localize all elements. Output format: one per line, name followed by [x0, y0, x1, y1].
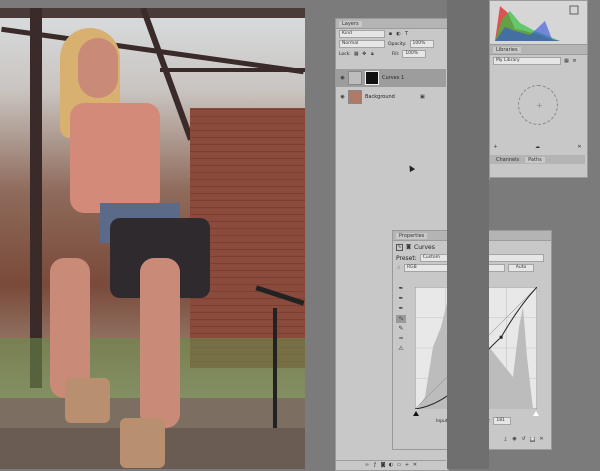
- lock-position-icon[interactable]: ✥: [362, 51, 367, 57]
- filter-image-icon[interactable]: ▪: [388, 31, 393, 37]
- curves-adjustment-thumb: [348, 71, 362, 85]
- histogram-panel: [489, 0, 588, 46]
- auto-button[interactable]: Auto: [508, 264, 534, 272]
- properties-footer: ⤓ ◉ ↺ ◉ ✕: [500, 435, 547, 443]
- visibility-icon[interactable]: ◉: [530, 436, 535, 442]
- fill-input[interactable]: 100%: [402, 50, 427, 58]
- opacity-label: Opacity:: [388, 41, 407, 47]
- trash-icon[interactable]: ✕: [577, 144, 582, 150]
- clip-to-layer-icon[interactable]: ⤓: [503, 436, 508, 442]
- curves-tools: ✒ ✒ ✒ ∿ ✎ ≈ ⚠: [396, 283, 406, 363]
- filter-adjust-icon[interactable]: ◐: [396, 31, 401, 37]
- output-value-field[interactable]: 181: [493, 417, 512, 425]
- reset-icon[interactable]: ↺: [521, 436, 526, 442]
- eye-icon[interactable]: ◉: [340, 75, 345, 81]
- tab-layers[interactable]: Layers: [339, 20, 362, 27]
- curves-adjustment-icon: ∿: [396, 243, 403, 251]
- adjustment-title: Curves: [414, 243, 435, 251]
- channels-paths-tabs: Channels Paths: [490, 155, 585, 164]
- smooth-icon[interactable]: ≈: [396, 335, 406, 343]
- black-point-slider[interactable]: [413, 411, 419, 416]
- on-image-adjust-icon[interactable]: ☝: [396, 265, 401, 271]
- new-layer-icon[interactable]: +: [405, 463, 410, 468]
- image-canvas[interactable]: [0, 8, 305, 469]
- eyedropper-white-icon[interactable]: ✒: [396, 305, 406, 313]
- fx-icon[interactable]: ƒ: [373, 463, 378, 468]
- grid-view-icon[interactable]: ▦: [564, 58, 569, 64]
- tab-paths[interactable]: Paths: [525, 156, 545, 163]
- layers-panel-header: Layers: [336, 19, 448, 29]
- mask-icon[interactable]: ◙: [381, 463, 386, 468]
- mask-mode-icon[interactable]: ◙: [406, 244, 411, 250]
- lock-label: Lock:: [339, 51, 351, 57]
- trash-icon[interactable]: ✕: [539, 436, 544, 442]
- background-thumb: [348, 90, 362, 104]
- filter-type-icon[interactable]: T: [404, 31, 409, 37]
- libraries-footer: + ☁ ✕: [490, 143, 585, 151]
- layer-name: Curves 1: [382, 75, 405, 81]
- view-previous-icon[interactable]: ◉: [512, 436, 517, 442]
- kind-filter-select[interactable]: Kind: [339, 30, 385, 38]
- lock-icon: ▣: [419, 93, 425, 100]
- layer-mask-thumb[interactable]: [365, 71, 379, 85]
- eye-icon[interactable]: ◉: [340, 94, 345, 100]
- adjustment-icon[interactable]: ◐: [389, 463, 394, 468]
- trash-icon[interactable]: ✕: [413, 463, 418, 468]
- curve-points-icon[interactable]: ∿: [396, 315, 406, 323]
- white-point-slider[interactable]: [533, 411, 539, 416]
- pencil-icon[interactable]: ✎: [396, 325, 406, 333]
- folder-icon[interactable]: ▭: [397, 463, 402, 468]
- library-select[interactable]: My Library: [493, 57, 561, 65]
- layer-curves[interactable]: ◉ Curves 1: [336, 69, 446, 87]
- tab-libraries[interactable]: Libraries: [493, 46, 521, 53]
- layer-name: Background: [365, 94, 395, 100]
- tab-properties[interactable]: Properties: [396, 232, 428, 239]
- eyedropper-gray-icon[interactable]: ✒: [396, 295, 406, 303]
- list-view-icon[interactable]: ≡: [572, 58, 577, 64]
- tab-channels[interactable]: Channels: [493, 157, 522, 163]
- lock-all-icon[interactable]: 🔒︎: [370, 51, 375, 57]
- histogram-chart: [495, 5, 579, 41]
- link-icon[interactable]: ∞: [365, 463, 370, 468]
- libraries-panel: Libraries My Library ▦ ≡ + + ☁ ✕ Channel…: [489, 44, 588, 178]
- preset-label: Preset:: [396, 254, 417, 262]
- blend-mode-select[interactable]: Normal: [339, 40, 385, 48]
- lock-pixels-icon[interactable]: ▦: [354, 51, 359, 57]
- curve-point-2[interactable]: [499, 335, 503, 339]
- clipping-warning-icon[interactable]: ⚠: [396, 345, 406, 353]
- workspace-bottom-divider: [447, 0, 489, 469]
- fill-label: Fill:: [391, 51, 400, 57]
- add-content-icon: +: [536, 101, 543, 110]
- add-element-icon[interactable]: +: [493, 144, 498, 150]
- eyedropper-black-icon[interactable]: ✒: [396, 285, 406, 293]
- opacity-input[interactable]: 100%: [409, 40, 434, 48]
- cloud-sync-icon[interactable]: ☁: [535, 144, 540, 150]
- layer-background[interactable]: ◉ Background ▣: [336, 88, 446, 106]
- libraries-header: Libraries: [490, 45, 587, 55]
